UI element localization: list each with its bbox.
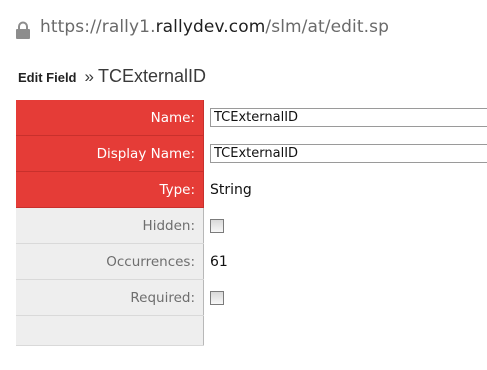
type-value: String	[210, 181, 252, 198]
url-text[interactable]: https://rally1.rallydev.com/slm/at/edit.…	[40, 17, 389, 37]
address-bar[interactable]: https://rally1.rallydev.com/slm/at/edit.…	[0, 0, 487, 58]
hidden-label: Hidden:	[16, 207, 204, 244]
required-label: Required:	[16, 279, 204, 316]
form-row-occurrences: Occurrences: 61	[16, 243, 487, 280]
form-row-empty	[16, 315, 487, 346]
lock-icon	[16, 21, 30, 39]
page-title: TCExternalID	[97, 66, 206, 86]
hidden-checkbox[interactable]	[210, 218, 224, 233]
empty-label-cell	[16, 315, 204, 346]
occurrences-label: Occurrences:	[16, 243, 204, 280]
url-domain: rallydev.com	[155, 17, 266, 37]
breadcrumb-edit-field: Edit Field	[18, 70, 77, 85]
form-row-required: Required:	[16, 279, 487, 316]
field-form: Name: Display Name: Type: String Hidden:…	[16, 100, 487, 346]
display-name-input[interactable]	[210, 144, 487, 163]
url-path: /slm/at/edit.sp	[265, 17, 390, 37]
breadcrumb-separator: »	[84, 67, 94, 86]
name-label: Name:	[16, 100, 204, 136]
form-row-type: Type: String	[16, 171, 487, 208]
type-label: Type:	[16, 171, 204, 208]
page-heading: Edit Field » TCExternalID	[18, 66, 206, 87]
form-row-name: Name:	[16, 100, 487, 136]
display-name-label: Display Name:	[16, 135, 204, 172]
url-prefix: https://rally1.	[40, 17, 156, 37]
occurrences-value: 61	[210, 253, 228, 270]
name-input[interactable]	[210, 108, 487, 128]
required-checkbox[interactable]	[210, 290, 224, 305]
form-row-display-name: Display Name:	[16, 135, 487, 172]
form-row-hidden: Hidden:	[16, 207, 487, 244]
edit-field-page: https://rally1.rallydev.com/slm/at/edit.…	[0, 0, 487, 370]
